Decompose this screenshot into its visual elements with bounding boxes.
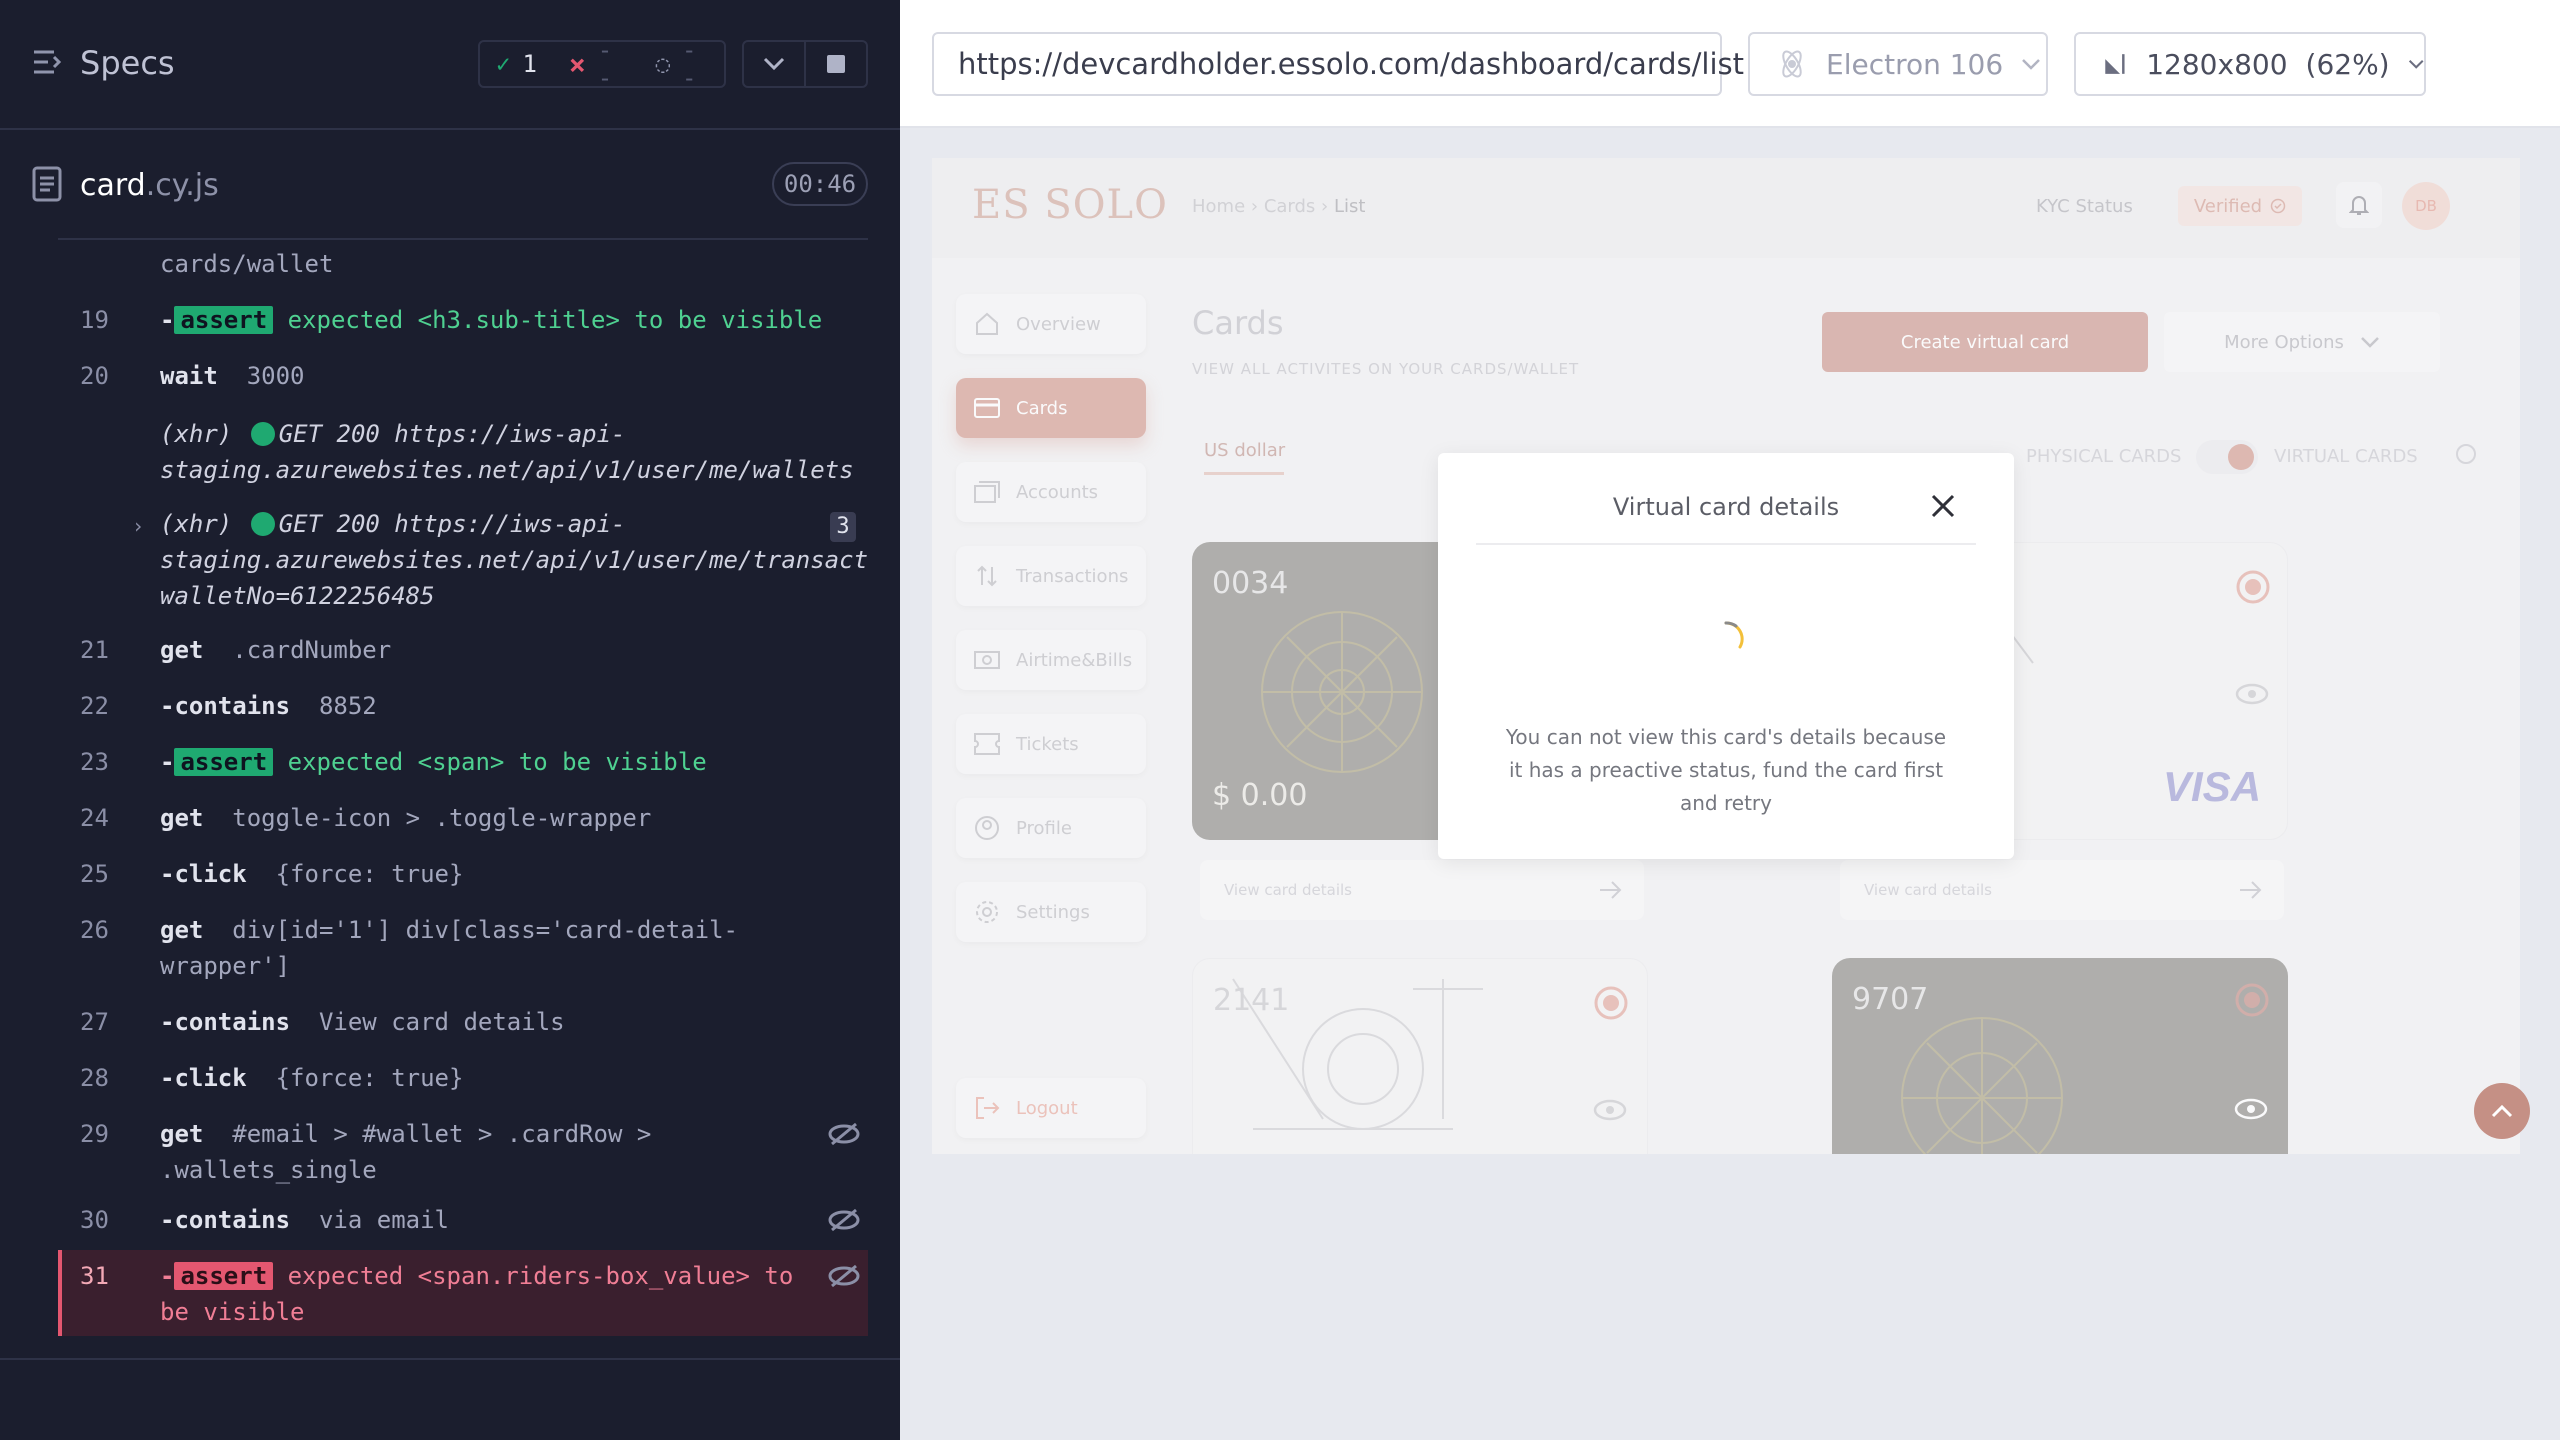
- scroll-to-top-button[interactable]: [2474, 1083, 2530, 1139]
- command-row[interactable]: 21 get .cardNumber: [58, 632, 868, 668]
- assert-badge: assert: [174, 306, 274, 334]
- duration-timer: 00:46: [772, 162, 868, 206]
- command-row[interactable]: 24 get toggle-icon > .toggle-wrapper: [58, 800, 868, 836]
- aut-header: https://devcardholder.essolo.com/dashboa…: [900, 0, 2560, 128]
- command-text: expected <span> to be visible: [287, 748, 707, 776]
- specs-label[interactable]: Specs: [80, 44, 175, 82]
- virtual-card-details-modal: Virtual card details You can not view th…: [1438, 453, 2014, 859]
- command-number: 28: [80, 1064, 109, 1092]
- command-row[interactable]: 29 get #email > #wallet > .cardRow > .wa…: [58, 1116, 868, 1188]
- command-row[interactable]: 26 get div[id='1'] div[class='card-detai…: [58, 912, 868, 984]
- eye-slash-icon[interactable]: [826, 1116, 862, 1152]
- command-row[interactable]: 19 - assert expected <h3.sub-title> to be…: [58, 302, 868, 338]
- chevron-right-icon[interactable]: ›: [132, 508, 144, 544]
- command-log-panel: Specs ✓ 1 × -- ◌ -- card.cy.js 00:46 cards/…: [0, 0, 900, 1440]
- modal-divider: [1476, 543, 1976, 545]
- command-text: cards/wallet: [160, 250, 334, 278]
- failed-command-row[interactable]: 31 - assert expected <span.riders-box_val…: [58, 1250, 868, 1336]
- viewport-selector[interactable]: 1280x800 (62%): [2074, 32, 2426, 96]
- xhr-row[interactable]: (xhr) GET 200 https://iws-api-staging.az…: [58, 416, 868, 488]
- command-row[interactable]: 27 -contains View card details: [58, 1004, 868, 1040]
- pending-count: ◌ --: [655, 36, 697, 92]
- command-number: 23: [80, 748, 109, 776]
- url-bar[interactable]: https://devcardholder.essolo.com/dashboa…: [932, 32, 1744, 96]
- passed-count: ✓ 1: [496, 50, 537, 78]
- assert-badge: assert: [174, 1262, 274, 1290]
- zoom-label: (62%): [2305, 47, 2390, 81]
- reporter-header: Specs ✓ 1 × -- ◌ --: [0, 0, 900, 130]
- electron-icon: [1782, 50, 1802, 78]
- stop-button[interactable]: [804, 42, 866, 86]
- footer-divider: [0, 1358, 900, 1360]
- command-row[interactable]: 20 wait 3000: [58, 358, 868, 394]
- menu-toggle-icon[interactable]: [32, 46, 64, 78]
- spec-file-row: card.cy.js 00:46: [0, 132, 900, 236]
- command-number: 31: [80, 1262, 109, 1290]
- command-row[interactable]: 22 -contains 8852: [58, 688, 868, 724]
- command-list[interactable]: cards/wallet 19 - assert expected <h3.sub…: [58, 238, 868, 1336]
- command-row[interactable]: 30 -contains via email: [58, 1202, 868, 1238]
- file-icon: [32, 166, 62, 202]
- loading-spinner-icon: [1724, 621, 1744, 649]
- browser-label: Electron 106: [1826, 47, 2004, 81]
- command-number: 20: [80, 362, 109, 390]
- xhr-row[interactable]: › (xhr) GET 200 https://iws-api-staging.…: [58, 506, 868, 614]
- command-row[interactable]: 25 -click {force: true}: [58, 856, 868, 892]
- spinner-icon: ◌: [655, 50, 671, 78]
- chevron-up-icon: [2491, 1104, 2513, 1118]
- failed-count: × --: [568, 36, 613, 92]
- eye-slash-icon[interactable]: [826, 1258, 862, 1294]
- command-row[interactable]: 28 -click {force: true}: [58, 1060, 868, 1096]
- command-row[interactable]: cards/wallet: [58, 246, 868, 282]
- modal-message: You can not view this card's details bec…: [1505, 725, 1947, 815]
- assert-badge: assert: [174, 748, 274, 776]
- browser-selector[interactable]: Electron 106: [1748, 32, 2048, 96]
- chevron-down-icon: [2022, 59, 2041, 70]
- test-stats: ✓ 1 × -- ◌ --: [478, 36, 726, 92]
- command-number: 21: [80, 636, 109, 664]
- command-number: 25: [80, 860, 109, 888]
- run-controls: [742, 40, 868, 88]
- command-text: expected <h3.sub-title> to be visible: [287, 306, 823, 334]
- command-number: 26: [80, 916, 109, 944]
- spec-filename[interactable]: card.cy.js: [80, 168, 219, 203]
- eye-slash-icon[interactable]: [826, 1202, 862, 1238]
- close-icon[interactable]: [1928, 491, 1958, 521]
- command-number: 22: [80, 692, 109, 720]
- command-number: 30: [80, 1206, 109, 1234]
- command-number: 27: [80, 1008, 109, 1036]
- request-count-badge: 3: [830, 512, 856, 542]
- check-icon: ✓: [496, 50, 511, 78]
- status-dot-icon: [250, 512, 275, 536]
- command-number: 29: [80, 1120, 109, 1148]
- stop-icon: [827, 55, 845, 73]
- ruler-icon: [2105, 54, 2125, 74]
- collapse-button[interactable]: [744, 42, 804, 86]
- command-number: 19: [80, 306, 109, 334]
- command-row[interactable]: 23 - assert expected <span> to be visible: [58, 744, 868, 780]
- chevron-down-icon: [763, 57, 785, 71]
- viewport-label: 1280x800: [2146, 47, 2288, 81]
- command-number: 24: [80, 804, 109, 832]
- x-icon: ×: [568, 47, 586, 81]
- chevron-down-icon: [2408, 59, 2424, 69]
- status-dot-icon: [250, 422, 275, 446]
